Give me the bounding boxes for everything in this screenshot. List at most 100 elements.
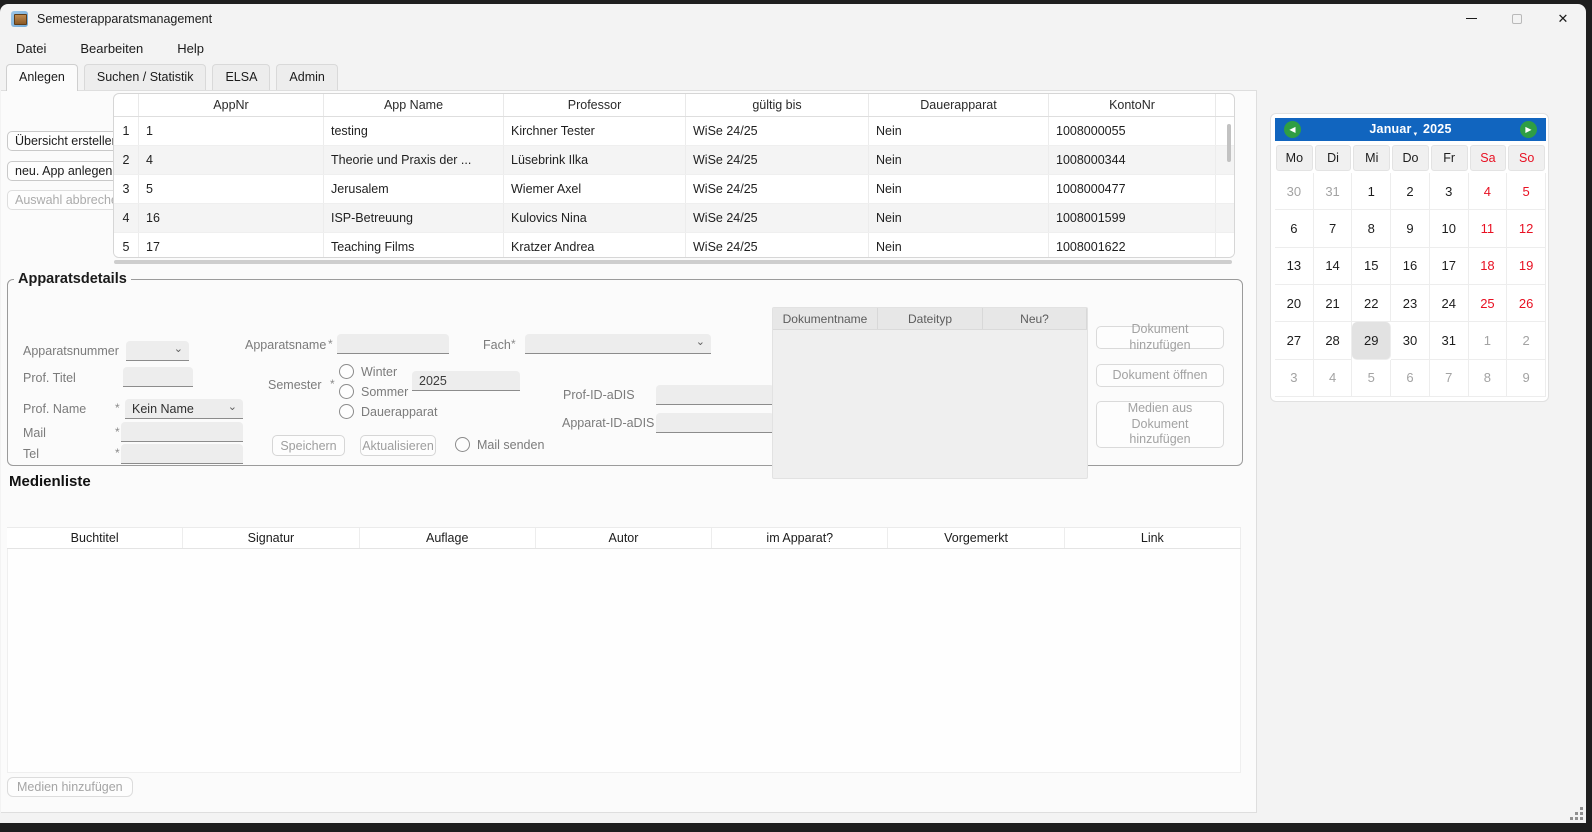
column-header-vorgemerkt[interactable]: Vorgemerkt [888, 528, 1064, 548]
prof-id-adis-input[interactable] [656, 385, 774, 405]
column-header-auflage[interactable]: Auflage [360, 528, 536, 548]
calendar-day[interactable]: 31 [1314, 173, 1353, 210]
calendar-day[interactable]: 4 [1469, 173, 1508, 210]
menu-item-datei[interactable]: Datei [6, 37, 56, 60]
calendar-day[interactable]: 6 [1275, 210, 1314, 247]
calendar-day[interactable]: 12 [1507, 210, 1546, 247]
calendar-day[interactable]: 28 [1314, 322, 1353, 359]
tel-input[interactable] [121, 444, 243, 464]
speichern-button[interactable]: Speichern [272, 435, 345, 456]
calendar-day[interactable]: 1 [1352, 173, 1391, 210]
apparat-id-adis-input[interactable] [656, 413, 774, 433]
maximize-button[interactable] [1494, 4, 1540, 33]
calendar-day[interactable]: 7 [1430, 360, 1469, 397]
calendar-title[interactable]: Januar▾ 2025 [1369, 122, 1451, 138]
column-header-dauerapparat[interactable]: Dauerapparat [869, 94, 1049, 116]
calendar-day[interactable]: 22 [1352, 285, 1391, 322]
semester-year-input[interactable]: 2025 [412, 371, 520, 391]
calendar-day[interactable]: 24 [1430, 285, 1469, 322]
calendar-day[interactable]: 27 [1275, 322, 1314, 359]
calendar-day[interactable]: 26 [1507, 285, 1546, 322]
table-row[interactable]: 35JerusalemWiemer AxelWiSe 24/25Nein1008… [114, 175, 1234, 204]
calendar-day[interactable]: 6 [1391, 360, 1430, 397]
calendar-day[interactable]: 2 [1507, 322, 1546, 359]
calendar-day[interactable]: 3 [1275, 360, 1314, 397]
calendar-day[interactable]: 10 [1430, 210, 1469, 247]
fach-select[interactable]: ⌄ [525, 334, 711, 354]
medien-aus-dokument-button[interactable]: Medien aus Dokument hinzufügen [1096, 401, 1224, 448]
column-header-im-apparat[interactable]: im Apparat? [712, 528, 888, 548]
calendar-day[interactable]: 11 [1469, 210, 1508, 247]
column-header-link[interactable]: Link [1065, 528, 1241, 548]
menu-item-help[interactable]: Help [167, 37, 214, 60]
tab-suchen-statistik[interactable]: Suchen / Statistik [84, 64, 207, 90]
vertical-scrollbar[interactable] [1227, 124, 1231, 162]
table-row[interactable]: 517Teaching FilmsKratzer AndreaWiSe 24/2… [114, 233, 1234, 258]
calendar-day[interactable]: 13 [1275, 248, 1314, 285]
calendar-prev-button[interactable]: ◀ [1284, 121, 1301, 138]
table-row[interactable]: 416ISP-BetreuungKulovics NinaWiSe 24/25N… [114, 204, 1234, 233]
prof-titel-input[interactable] [123, 367, 193, 387]
column-header-autor[interactable]: Autor [536, 528, 712, 548]
neue-app-anlegen-button[interactable]: neu. App anlegen [7, 161, 120, 181]
aktualisieren-button[interactable]: Aktualisieren [360, 435, 436, 456]
calendar-day[interactable]: 3 [1430, 173, 1469, 210]
mail-input[interactable] [121, 422, 243, 442]
close-button[interactable]: ✕ [1540, 4, 1586, 33]
horizontal-scrollbar[interactable] [114, 260, 1232, 264]
calendar-day[interactable]: 16 [1391, 248, 1430, 285]
column-header-gueltig-bis[interactable]: gültig bis [686, 94, 869, 116]
calendar-day[interactable]: 31 [1430, 322, 1469, 359]
calendar-day[interactable]: 19 [1507, 248, 1546, 285]
uebersicht-erstellen-button[interactable]: Übersicht erstellen [7, 131, 127, 151]
calendar-day[interactable]: 9 [1391, 210, 1430, 247]
dokument-hinzufuegen-button[interactable]: Dokument hinzufügen [1096, 326, 1224, 349]
calendar-day[interactable]: 20 [1275, 285, 1314, 322]
table-row[interactable]: 11testingKirchner TesterWiSe 24/25Nein10… [114, 117, 1234, 146]
column-header-buchtitel[interactable]: Buchtitel [7, 528, 183, 548]
tab-admin[interactable]: Admin [276, 64, 337, 90]
apparatsnummer-select[interactable]: ⌄ [126, 341, 189, 361]
calendar-day[interactable]: 30 [1391, 322, 1430, 359]
tab-anlegen[interactable]: Anlegen [6, 64, 78, 91]
calendar-day[interactable]: 8 [1352, 210, 1391, 247]
resize-grip[interactable] [1580, 817, 1583, 820]
column-header-kontonr[interactable]: KontoNr [1049, 94, 1216, 116]
calendar-day[interactable]: 14 [1314, 248, 1353, 285]
medien-hinzufuegen-button[interactable]: Medien hinzufügen [7, 777, 133, 797]
calendar-day[interactable]: 30 [1275, 173, 1314, 210]
tab-elsa[interactable]: ELSA [212, 64, 270, 90]
calendar-day[interactable]: 5 [1507, 173, 1546, 210]
calendar-day[interactable]: 2 [1391, 173, 1430, 210]
calendar-day[interactable]: 1 [1469, 322, 1508, 359]
column-header-neu[interactable]: Neu? [983, 308, 1087, 329]
calendar-day[interactable]: 5 [1352, 360, 1391, 397]
calendar-day[interactable]: 25 [1469, 285, 1508, 322]
calendar-day[interactable]: 18 [1469, 248, 1508, 285]
menu-item-bearbeiten[interactable]: Bearbeiten [70, 37, 153, 60]
dokument-oeffnen-button[interactable]: Dokument öffnen [1096, 364, 1224, 387]
prof-name-select[interactable]: Kein Name⌄ [125, 399, 243, 419]
calendar-day[interactable]: 9 [1507, 360, 1546, 397]
calendar-day[interactable]: 17 [1430, 248, 1469, 285]
calendar-day[interactable]: 7 [1314, 210, 1353, 247]
column-header-appnr[interactable]: AppNr [139, 94, 324, 116]
calendar-day[interactable]: 4 [1314, 360, 1353, 397]
dauerapparat-radio[interactable] [339, 404, 354, 419]
calendar-day[interactable]: 29 [1352, 322, 1391, 359]
column-header-signatur[interactable]: Signatur [183, 528, 359, 548]
column-header-professor[interactable]: Professor [504, 94, 686, 116]
apparatsname-input[interactable] [337, 334, 449, 354]
calendar-day[interactable]: 8 [1469, 360, 1508, 397]
minimize-button[interactable] [1448, 4, 1494, 33]
calendar-day[interactable]: 23 [1391, 285, 1430, 322]
sommer-radio[interactable] [339, 384, 354, 399]
column-header-dateityp[interactable]: Dateityp [878, 308, 983, 329]
winter-radio[interactable] [339, 364, 354, 379]
calendar-day[interactable]: 21 [1314, 285, 1353, 322]
column-header-app-name[interactable]: App Name [324, 94, 504, 116]
mail-senden-checkbox[interactable] [455, 437, 470, 452]
calendar-day[interactable]: 15 [1352, 248, 1391, 285]
table-row[interactable]: 24Theorie und Praxis der ...Lüsebrink Il… [114, 146, 1234, 175]
calendar-next-button[interactable]: ▶ [1520, 121, 1537, 138]
